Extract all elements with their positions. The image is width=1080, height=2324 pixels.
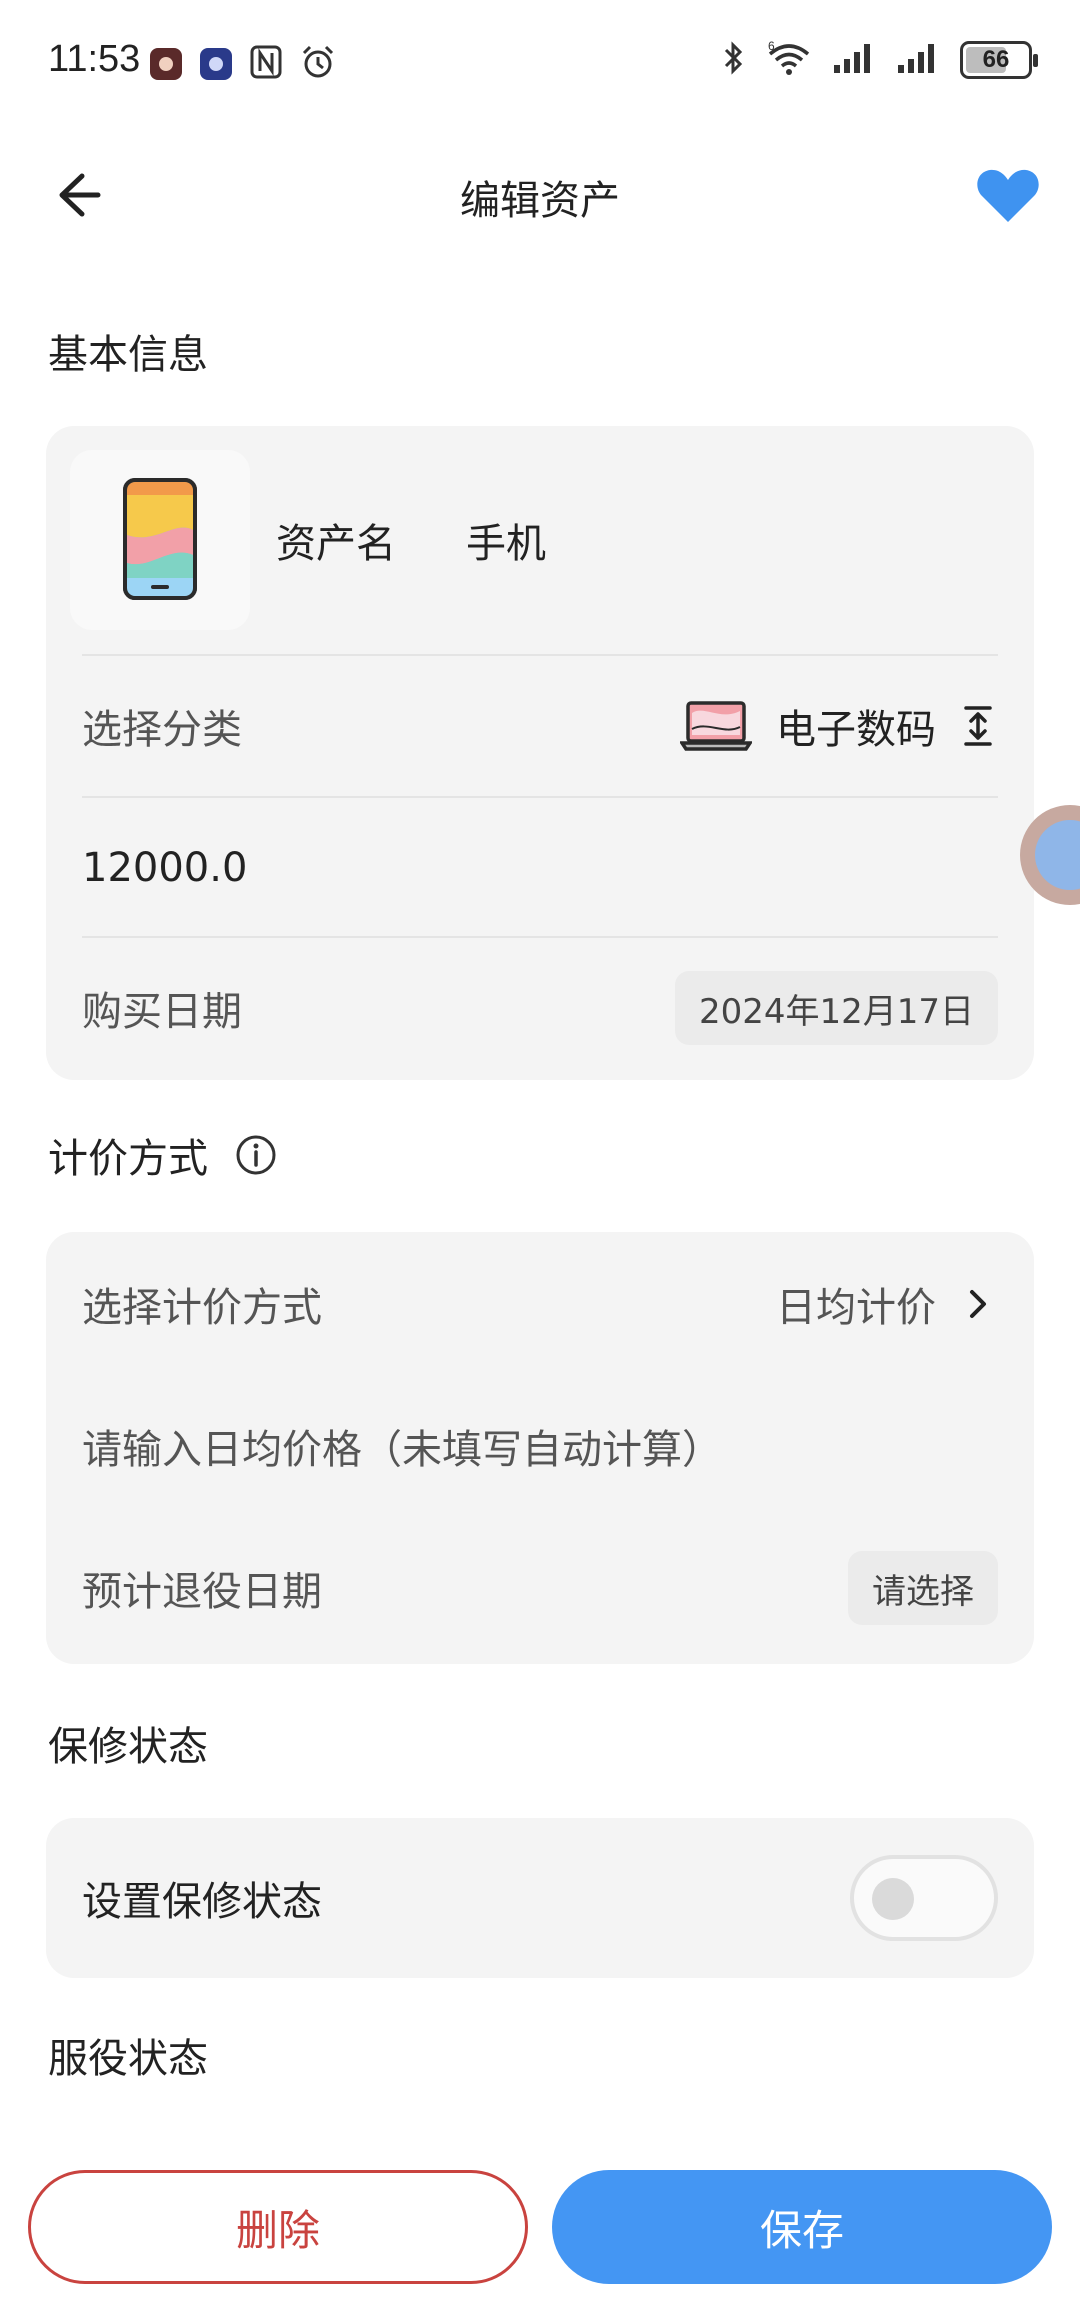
- pricing-section-label: 计价方式: [48, 1136, 208, 1182]
- warranty-row: 设置保修状态: [82, 1828, 998, 1968]
- phone-icon: [123, 478, 197, 600]
- pricing-method-value: 日均计价: [776, 1285, 936, 1331]
- purchase-date-picker[interactable]: 2024年12月17日: [674, 971, 998, 1045]
- battery-icon: 66: [960, 41, 1038, 79]
- delete-button[interactable]: 删除: [28, 2170, 528, 2284]
- asset-icon-button[interactable]: [70, 450, 250, 630]
- category-label: 选择分类: [82, 707, 242, 753]
- battery-level: 66: [982, 46, 1010, 73]
- pricing-method-row[interactable]: 选择计价方式 日均计价: [82, 1234, 998, 1374]
- expand-vertical-icon: [964, 706, 992, 746]
- app-header: 编辑资产: [0, 150, 1080, 240]
- warranty-toggle[interactable]: [850, 1855, 998, 1941]
- retire-date-label: 预计退役日期: [82, 1569, 322, 1615]
- category-value: 电子数码: [776, 707, 936, 753]
- price-row[interactable]: 12000.0: [82, 798, 998, 938]
- asset-name-row: 资产名 手机: [276, 470, 998, 610]
- asset-name-label: 资产名: [276, 521, 396, 567]
- asset-name-input[interactable]: 手机: [466, 511, 546, 569]
- daily-price-row[interactable]: 请输入日均价格（未填写自动计算）: [82, 1376, 998, 1516]
- pricing-method-label: 选择计价方式: [82, 1285, 322, 1331]
- bluetooth-icon: [722, 40, 746, 80]
- signal-icon-sim1: [832, 41, 876, 79]
- status-time: 11:53: [48, 38, 141, 80]
- app-notification-icon-2: [200, 48, 232, 80]
- section-title-warranty: 保修状态: [48, 1724, 208, 1770]
- category-row[interactable]: 选择分类 电子数码: [82, 656, 998, 796]
- section-title-pricing: 计价方式: [48, 1126, 278, 1184]
- info-icon[interactable]: [234, 1133, 278, 1177]
- chevron-right-icon: [970, 1290, 986, 1318]
- pricing-card: 选择计价方式 日均计价 请输入日均价格（未填写自动计算） 预计退役日期 请选择: [46, 1232, 1034, 1664]
- status-notification-icons: [150, 44, 336, 84]
- alarm-icon: [300, 44, 336, 84]
- page-title: 编辑资产: [460, 178, 620, 224]
- price-input[interactable]: 12000.0: [82, 845, 247, 891]
- basic-info-card: 资产名 手机 选择分类 电子数码 12000.0 购买日期 2024年12月17…: [46, 426, 1034, 1080]
- purchase-date-row: 购买日期 2024年12月17日: [82, 938, 998, 1078]
- section-title-basic-info: 基本信息: [48, 332, 208, 378]
- signal-icon-sim2: [896, 41, 940, 79]
- nfc-icon: [250, 45, 282, 83]
- warranty-card: 设置保修状态: [46, 1818, 1034, 1978]
- retire-date-row: 预计退役日期 请选择: [82, 1518, 998, 1658]
- laptop-icon: [680, 701, 752, 751]
- warranty-toggle-label: 设置保修状态: [82, 1879, 322, 1925]
- status-system-icons: 6 66: [722, 39, 1038, 80]
- bottom-action-bar: 删除 保存: [0, 2150, 1080, 2324]
- status-bar: 11:53 6 66: [0, 0, 1080, 130]
- section-title-service: 服役状态: [48, 2036, 208, 2082]
- purchase-date-label: 购买日期: [82, 989, 242, 1035]
- svg-text:6: 6: [768, 40, 775, 53]
- wifi-icon: 6: [766, 39, 812, 80]
- toggle-knob: [872, 1878, 914, 1920]
- daily-price-input[interactable]: 请输入日均价格（未填写自动计算）: [82, 1417, 722, 1475]
- app-notification-icon: [150, 48, 182, 80]
- heart-icon: [977, 169, 1039, 222]
- retire-date-picker[interactable]: 请选择: [848, 1551, 998, 1625]
- save-button[interactable]: 保存: [552, 2170, 1052, 2284]
- favorite-button[interactable]: [972, 160, 1044, 232]
